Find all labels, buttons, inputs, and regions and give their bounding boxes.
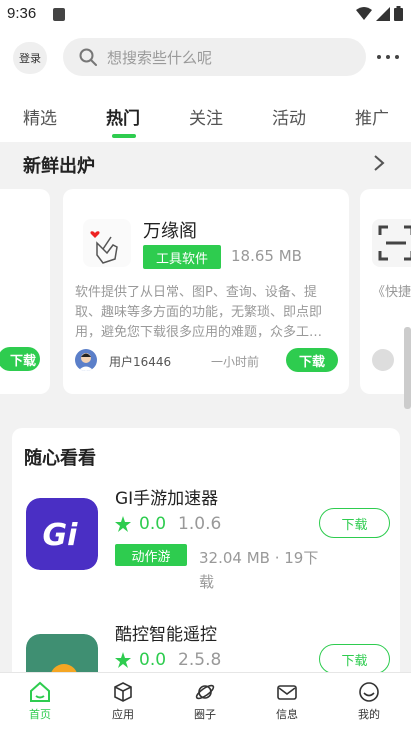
app-name: 万缘阁 [143,221,197,242]
app-rating: 0.0 1.0.6 [115,514,221,534]
app-rating: 0.0 2.5.8 [115,650,221,670]
tab-featured[interactable]: 精选 [23,104,57,129]
wifi-icon [356,6,372,20]
home-icon [30,681,50,702]
svg-text:Gi: Gi [43,518,79,553]
finger-heart-icon [83,219,131,267]
scan-icon [372,219,411,267]
nav-messages[interactable]: 信息 [257,681,317,722]
app-score: 0.0 [139,650,167,670]
more-menu-button[interactable] [377,44,399,70]
avatar[interactable] [75,349,97,371]
bottom-nav: 首页 应用 圈子 信息 我的 [0,672,411,730]
star-icon [115,652,131,668]
signal-icon [376,6,390,21]
scrollbar[interactable] [404,327,411,409]
notification-app-icon [53,8,65,21]
status-bar: 9:36 [0,0,411,30]
chevron-right-icon[interactable] [373,154,385,172]
app-size: 18.65 MB [231,247,302,265]
random-section: 随心看看 Gi GI手游加速器 0.0 1.0.6 动作游 32.04 MB ·… [12,428,400,688]
nav-label: 应用 [112,708,134,721]
gi-app-logo-icon: Gi [26,498,98,570]
tab-following[interactable]: 关注 [189,104,223,129]
status-time: 9:36 [7,5,37,22]
nav-circle[interactable]: 圈子 [175,681,235,722]
fresh-section: 新鲜出炉 下载 万缘阁 工具软件 18.65 MB 软件提供了从日常、图P、查询… [0,142,411,412]
category-tabs: 精选 热门 关注 活动 推广 [0,90,411,142]
nav-label: 圈子 [194,708,216,721]
smile-icon [359,682,379,702]
search-input[interactable]: 想搜索些什么呢 [63,38,366,76]
uploader-name[interactable]: 用户16446 [109,353,171,370]
fresh-card-prev[interactable]: 下载 [0,189,50,394]
avatar[interactable] [372,349,394,371]
battery-icon [394,6,403,21]
category-tag: 动作游 [115,544,187,566]
tab-promotion[interactable]: 推广 [355,104,389,129]
upload-time: 一小时前 [211,355,260,369]
download-button[interactable]: 下载 [0,347,40,371]
top-bar: 登录 想搜索些什么呢 [0,30,411,90]
app-name: GI手游加速器 [115,489,219,509]
star-icon [115,516,131,532]
cube-icon [114,682,132,702]
fresh-card[interactable]: 万缘阁 工具软件 18.65 MB 软件提供了从日常、图P、查询、设备、提取、趣… [63,189,349,394]
category-tag: 工具软件 [143,245,221,269]
app-version: 2.5.8 [178,650,222,670]
app-description: 软件提供了从日常、图P、查询、设备、提取、趣味等多方面的功能，无繁琐、即点即用，… [75,285,323,340]
more-dot-icon [395,55,399,59]
nav-label: 我的 [358,708,380,721]
more-dot-icon [377,55,381,59]
status-icons [356,6,403,21]
nav-apps[interactable]: 应用 [93,681,153,722]
tab-hot[interactable]: 热门 [106,104,140,129]
download-button[interactable]: 下载 [319,508,390,538]
section-title-fresh: 新鲜出炉 [23,156,95,177]
download-button[interactable]: 下载 [319,644,390,674]
app-version: 1.0.6 [178,514,222,534]
login-button[interactable]: 登录 [13,42,47,74]
app-meta: 32.04 MB · 19下载 [199,549,319,591]
download-button[interactable]: 下载 [286,348,338,372]
more-dot-icon [386,55,390,59]
nav-home[interactable]: 首页 [10,681,70,722]
nav-label: 信息 [276,708,298,721]
app-score: 0.0 [139,514,167,534]
tab-events[interactable]: 活动 [272,104,306,129]
app-name: 酷控智能遥控 [115,625,217,645]
user-avatar-icon [78,353,94,371]
nav-profile[interactable]: 我的 [339,681,399,722]
mail-icon [277,685,297,700]
search-icon [79,48,97,66]
search-placeholder: 想搜索些什么呢 [107,48,213,67]
tab-active-indicator [112,134,136,138]
list-item[interactable]: Gi GI手游加速器 0.0 1.0.6 动作游 32.04 MB · 19下载… [12,484,400,604]
nav-label: 首页 [29,708,51,721]
planet-icon [195,684,215,700]
section-title-random: 随心看看 [24,448,96,469]
